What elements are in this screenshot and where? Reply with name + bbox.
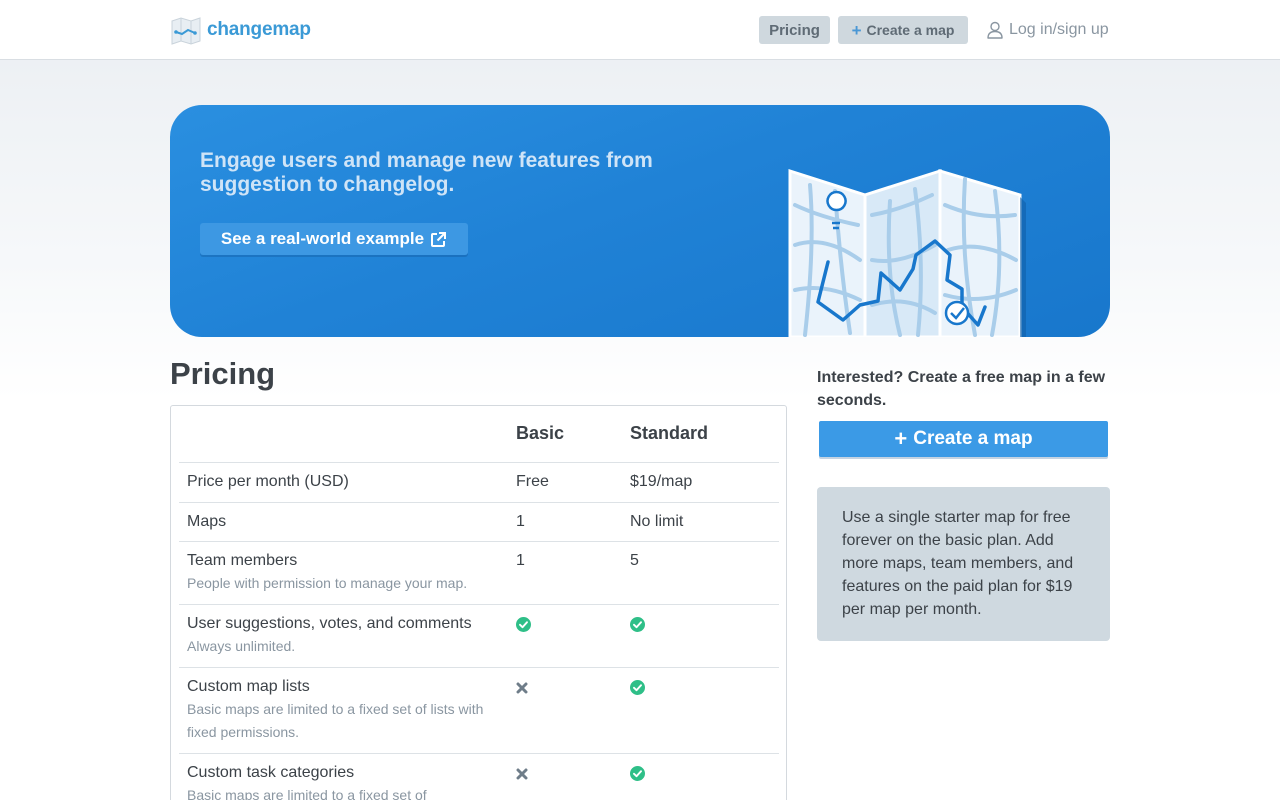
feature-name: Custom task categories [187, 764, 355, 781]
column-header-basic: Basic [516, 423, 565, 443]
column-header-standard: Standard [630, 423, 709, 443]
table-row: Maps 1 No limit [179, 502, 779, 541]
basic-value [516, 617, 531, 637]
create-map-button[interactable]: + Create a map [819, 421, 1108, 457]
feature-name: User suggestions, votes, and comments [187, 615, 472, 632]
plus-icon: + [851, 20, 862, 40]
feature-cell: Team members People with permission to m… [187, 551, 507, 595]
pricing-table-card: Basic Standard Price per month (USD) Fre… [170, 405, 787, 800]
plan-info-note: Use a single starter map for free foreve… [817, 487, 1110, 641]
table-row: Price per month (USD) Free $19/map [179, 462, 779, 502]
basic-value: 1 [516, 552, 525, 569]
create-map-button-label: Create a map [913, 428, 1033, 449]
cross-icon [516, 768, 528, 780]
standard-value: No limit [630, 513, 684, 530]
table-row: Team members People with permission to m… [179, 541, 779, 604]
feature-description: Basic maps are limited to a fixed set of [187, 787, 427, 800]
changemap-logo[interactable]: changemap [170, 15, 311, 45]
real-world-example-label: See a real-world example [220, 229, 425, 248]
hero-title: Engage users and manage new features fro… [200, 149, 653, 196]
feature-name: Maps [187, 513, 227, 530]
standard-value: 5 [630, 552, 639, 569]
check-circle-icon [630, 680, 645, 695]
plus-icon: + [894, 426, 908, 451]
check-circle-icon [630, 766, 645, 781]
basic-value: 1 [516, 513, 525, 530]
map-check-icon [944, 300, 970, 326]
pricing-table-header: Basic Standard [179, 406, 779, 462]
pricing-table: Basic Standard Price per month (USD) Fre… [179, 406, 779, 800]
map-logo-icon [171, 17, 201, 45]
check-circle-icon [516, 617, 531, 632]
table-row: Custom map lists Basic maps are limited … [179, 667, 779, 753]
feature-cell: Custom map lists Basic maps are limited … [187, 677, 507, 744]
check-circle-icon [630, 617, 645, 632]
feature-description: People with permission to manage your ma… [187, 575, 468, 591]
login-signup-label: Log in/sign up [1009, 21, 1109, 38]
create-map-nav-button[interactable]: + Create a map [838, 16, 968, 44]
standard-value [630, 766, 645, 786]
feature-cell: Custom task categories Basic maps are li… [187, 763, 507, 800]
standard-value [630, 680, 645, 700]
real-world-example-button[interactable]: See a real-world example [200, 223, 468, 255]
external-link-icon [431, 231, 447, 247]
basic-value [516, 681, 528, 699]
cross-icon [516, 682, 528, 694]
feature-name: Custom map lists [187, 678, 310, 695]
feature-description: Basic maps are limited to a fixed set of… [187, 701, 484, 740]
feature-cell: User suggestions, votes, and comments Al… [187, 614, 507, 658]
logo-text: changemap [207, 19, 311, 40]
feature-description: Always unlimited. [187, 638, 296, 654]
pricing-nav-button[interactable]: Pricing [759, 16, 830, 44]
standard-value [630, 617, 645, 637]
create-map-nav-label: Create a map [866, 22, 955, 38]
table-row: User suggestions, votes, and comments Al… [179, 604, 779, 667]
folded-map-illustration [788, 168, 1026, 337]
hero-banner: Engage users and manage new features fro… [170, 105, 1110, 337]
create-map-prompt: Interested? Create a free map in a few s… [817, 369, 1106, 409]
user-icon [987, 21, 1003, 39]
basic-value: Free [516, 473, 549, 490]
table-row: Custom task categories Basic maps are li… [179, 753, 779, 800]
standard-value: $19/map [630, 473, 693, 490]
pricing-heading: Pricing [170, 356, 276, 391]
login-signup-link[interactable]: Log in/sign up [987, 18, 1109, 42]
basic-value [516, 767, 528, 785]
feature-name: Price per month (USD) [187, 473, 349, 490]
top-navigation-bar: changemap Pricing + Create a map Log in/… [0, 0, 1280, 60]
feature-name: Team members [187, 552, 298, 569]
